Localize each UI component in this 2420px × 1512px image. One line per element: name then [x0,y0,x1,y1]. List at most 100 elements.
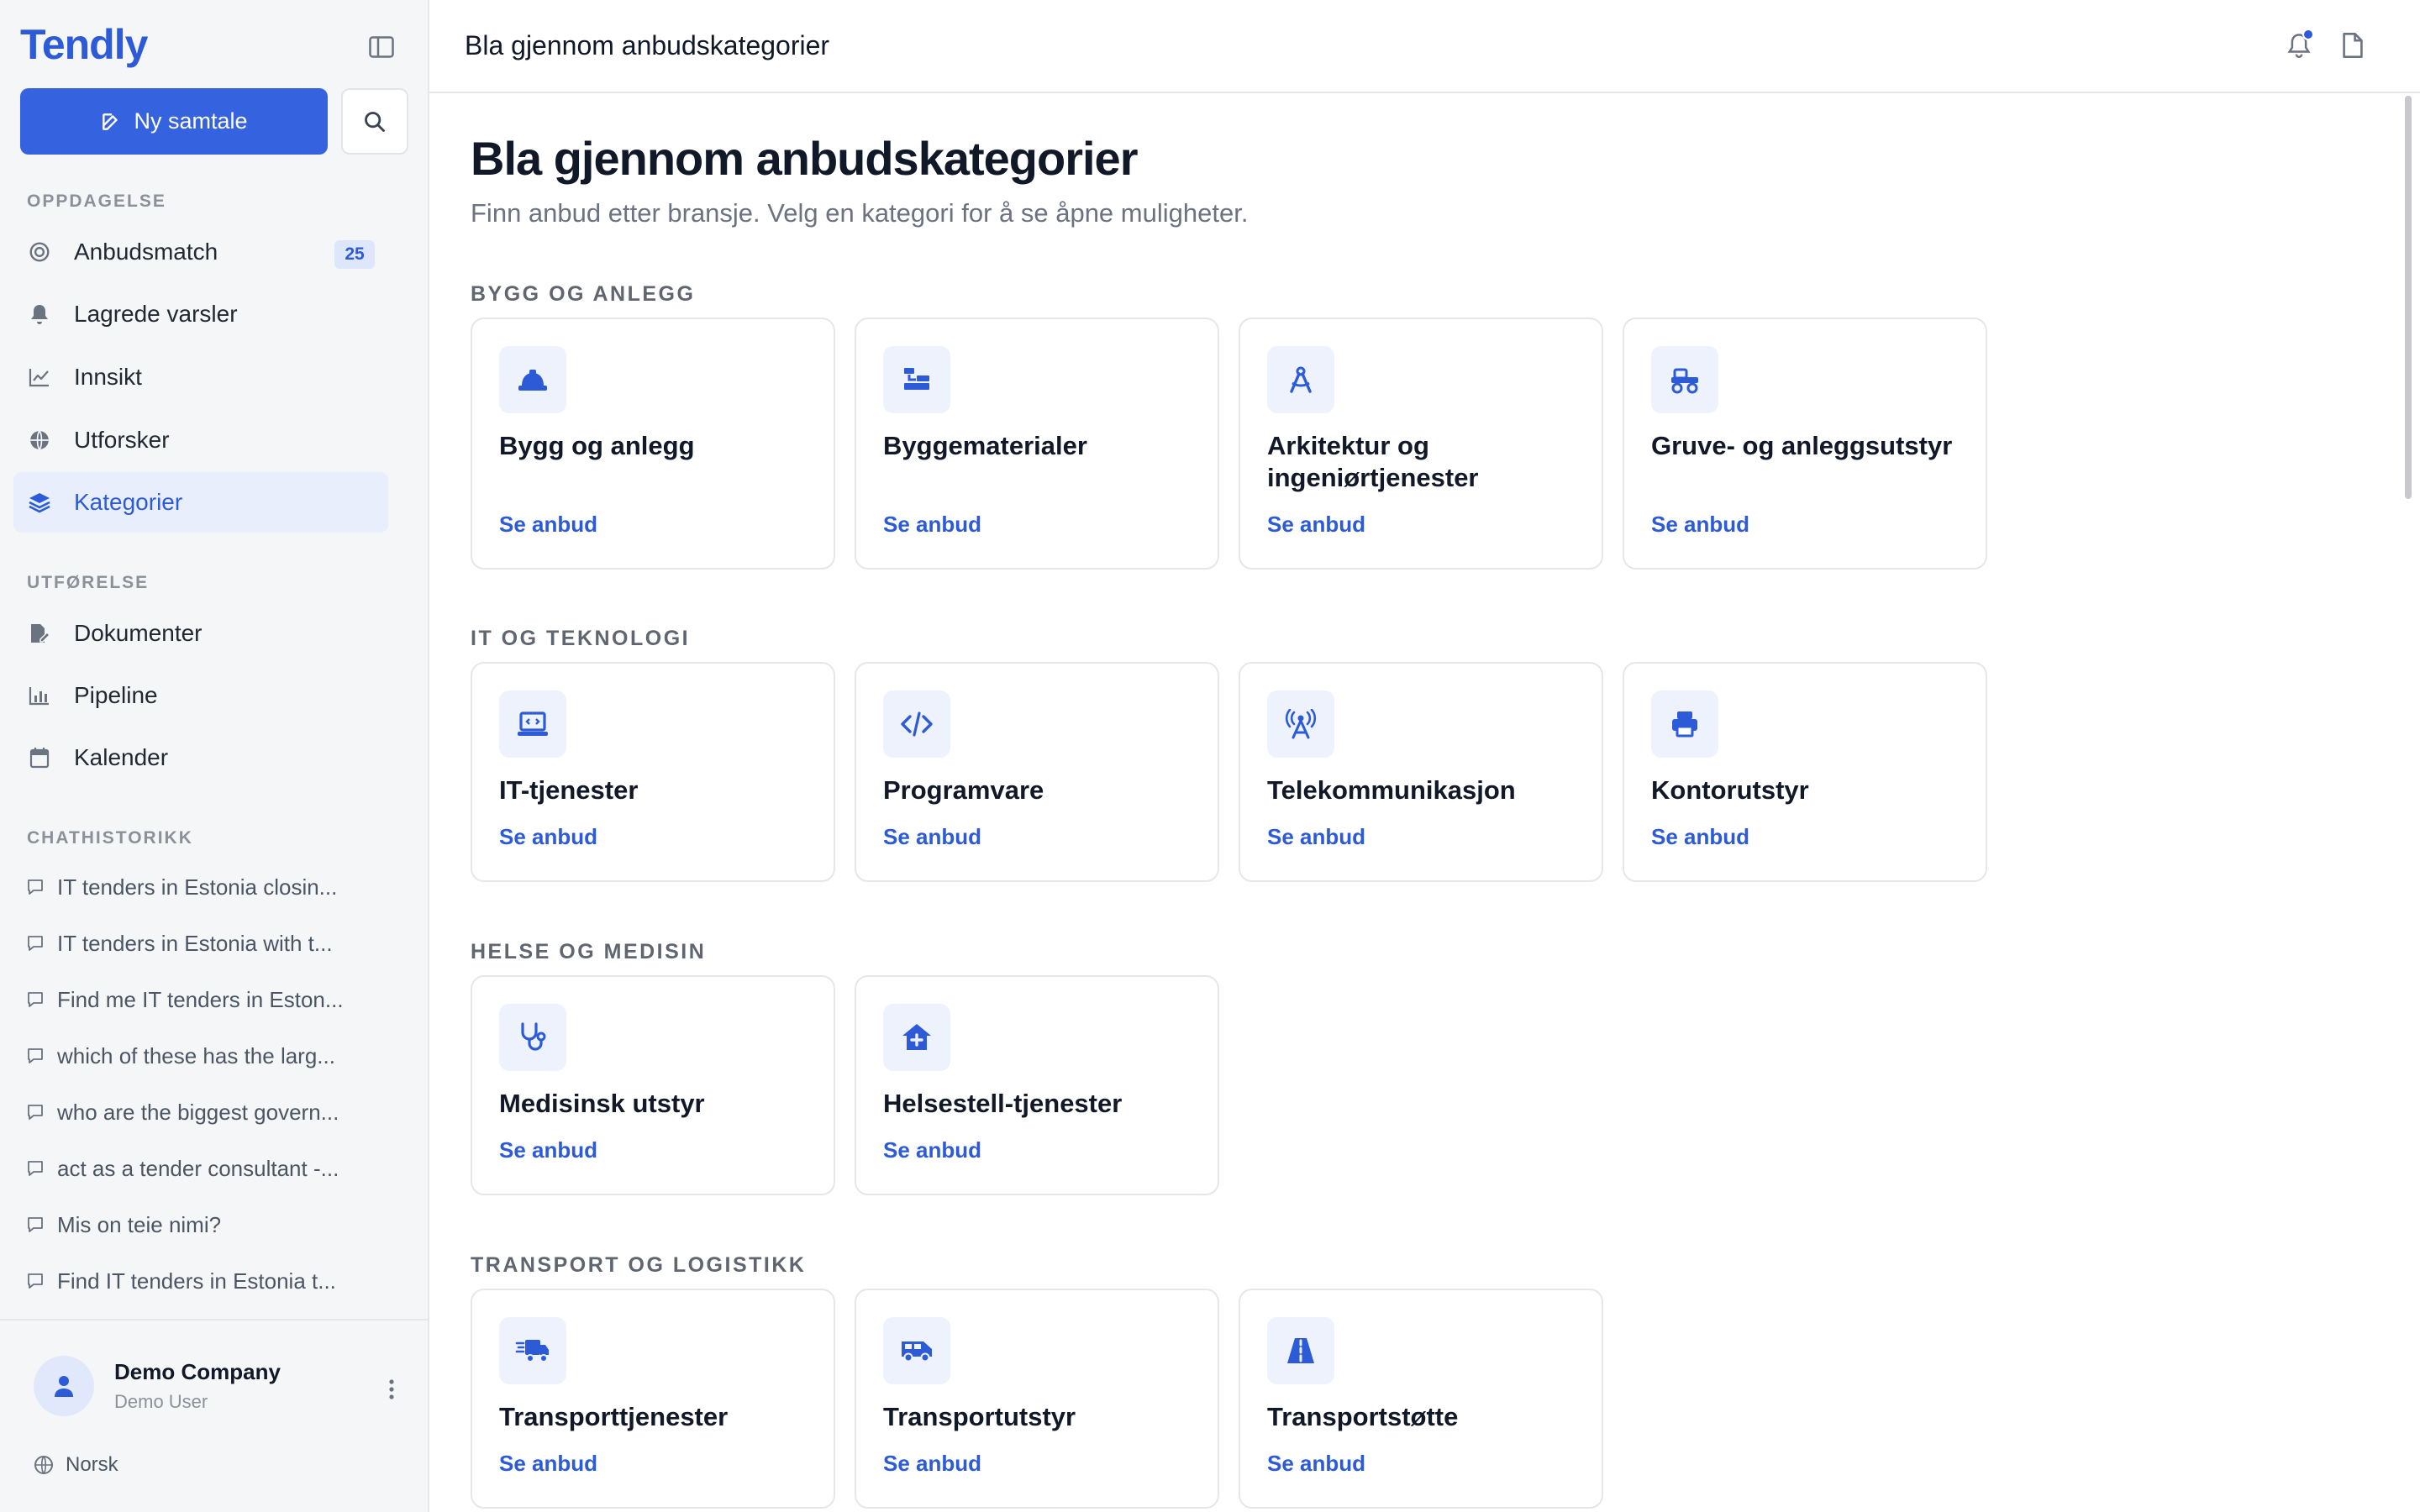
category-card[interactable]: Gruve- og anleggsutstyr Se anbud [1623,318,1987,570]
chat-history-item[interactable]: which of these has the larg... [27,1032,380,1079]
stethoscope-icon [499,1004,566,1071]
hard-hat-icon [499,346,566,413]
sidebar-item-utforsker[interactable]: Utforsker [13,410,388,470]
document-icon [27,621,52,646]
category-card[interactable]: Kontorutstyr Se anbud [1623,662,1987,882]
sidebar-item-innsikt[interactable]: Innsikt [13,347,388,407]
chat-history-item[interactable]: Find IT tenders in Estonia t... [27,1257,380,1305]
message-icon [27,934,45,953]
sidebar-item-label: Pipeline [74,682,158,708]
view-tenders-link[interactable]: Se anbud [1267,512,1365,538]
notification-dot [2302,29,2314,40]
sidebar-item-label: Dokumenter [74,620,203,646]
main-content: Bla gjennom anbudskategorier Finn anbud … [429,94,2420,1512]
chat-history-item[interactable]: Find me IT tenders in Eston... [27,976,380,1023]
view-tenders-link[interactable]: Se anbud [499,824,597,850]
sidebar-item-label: Innsikt [74,364,142,390]
category-card[interactable]: Bygg og anlegg Se anbud [471,318,835,570]
chat-history-title: Mis on teie nimi? [57,1211,222,1237]
category-card-title: Transportstøtte [1267,1402,1459,1431]
globe-icon [34,1456,53,1474]
app-logo[interactable]: Tendly [20,20,148,69]
chat-history-item[interactable]: act as a tender consultant -... [27,1145,380,1192]
message-icon [27,1215,45,1234]
van-icon [883,1317,950,1384]
chat-history-item[interactable]: who are the biggest govern... [27,1089,380,1136]
category-card[interactable]: Arkitektur og ingeniørtjenester Se anbud [1239,318,1603,570]
avatar[interactable] [34,1356,94,1416]
category-heading: HELSE OG MEDISIN [471,940,707,963]
sidebar-item-dokumenter[interactable]: Dokumenter [13,603,388,664]
sidebar-item-anbudsmatch[interactable]: Anbudsmatch 25 [13,222,388,282]
sidebar-item-lagrede-varsler[interactable]: Lagrede varsler [13,284,388,344]
category-card-title: IT-tjenester [499,775,639,805]
view-tenders-link[interactable]: Se anbud [1267,824,1365,850]
house-medical-icon [883,1004,950,1071]
match-count-badge: 25 [334,240,375,269]
account-menu-button[interactable] [381,1373,402,1406]
view-tenders-link[interactable]: Se anbud [1651,824,1749,850]
language-label: Norsk [66,1453,118,1476]
category-card[interactable]: Transportutstyr Se anbud [855,1289,1219,1509]
sidebar-item-label: Lagrede varsler [74,301,238,327]
search-button[interactable] [341,88,408,155]
view-tenders-link[interactable]: Se anbud [499,512,597,538]
scrollbar[interactable] [2405,96,2412,499]
edit-icon [103,113,118,130]
category-card[interactable]: Telekommunikasjon Se anbud [1239,662,1603,882]
documents-button[interactable] [2336,29,2370,62]
chat-history-item[interactable]: IT tenders in Estonia closin... [27,864,380,911]
chat-history-title: which of these has the larg... [57,1042,335,1068]
category-card[interactable]: IT-tjenester Se anbud [471,662,835,882]
category-card-title: Gruve- og anleggsutstyr [1651,431,1953,460]
page-title: Bla gjennom anbudskategorier [471,132,1138,185]
category-card-title: Programvare [883,775,1044,805]
view-tenders-link[interactable]: Se anbud [883,512,981,538]
category-card[interactable]: Transportstøtte Se anbud [1239,1289,1603,1509]
chat-history-title: Find IT tenders in Estonia t... [57,1268,336,1294]
view-tenders-link[interactable]: Se anbud [499,1451,597,1477]
new-chat-label: Ny samtale [134,108,248,134]
view-tenders-link[interactable]: Se anbud [883,1451,981,1477]
new-chat-button[interactable]: Ny samtale [20,88,328,155]
category-card[interactable]: Helsestell-tjenester Se anbud [855,975,1219,1195]
language-selector[interactable]: Norsk [34,1453,118,1477]
message-icon [27,990,45,1009]
chat-history-title: IT tenders in Estonia closin... [57,874,338,900]
category-card[interactable]: Medisinsk utstyr Se anbud [471,975,835,1195]
category-card-title: Bygg og anlegg [499,431,695,460]
bell-icon [27,302,52,327]
sidebar-item-label: Kategorier [74,489,183,515]
view-tenders-link[interactable]: Se anbud [1651,512,1749,538]
category-heading: TRANSPORT OG LOGISTIKK [471,1253,807,1277]
category-card-title: Kontorutstyr [1651,775,1809,805]
notifications-button[interactable] [2282,29,2316,62]
chat-history-item[interactable]: IT tenders in Estonia with t... [27,920,380,967]
category-card[interactable]: Transporttjenester Se anbud [471,1289,835,1509]
more-vertical-icon [389,1379,394,1399]
section-label-discovery: OPPDAGELSE [27,192,166,211]
category-card-title: Transportutstyr [883,1402,1076,1431]
truck-fast-icon [499,1317,566,1384]
sidebar: Tendly Ny samtale OPPDAGELSE Anbudsmatch… [0,0,429,1512]
sidebar-item-pipeline[interactable]: Pipeline [13,665,388,726]
chat-history-title: IT tenders in Estonia with t... [57,930,333,956]
view-tenders-link[interactable]: Se anbud [1267,1451,1365,1477]
sidebar-footer: Demo Company Demo User Norsk [0,1319,428,1512]
category-card-title: Arkitektur og ingeniørtjenester [1267,431,1479,492]
collapse-sidebar-button[interactable] [363,30,400,64]
view-tenders-link[interactable]: Se anbud [499,1137,597,1163]
materials-icon [883,346,950,413]
message-icon [27,1103,45,1121]
sidebar-item-kategorier[interactable]: Kategorier [13,472,388,533]
chat-history-item[interactable]: Mis on teie nimi? [27,1201,380,1248]
message-icon [27,1047,45,1065]
category-card[interactable]: Programvare Se anbud [855,662,1219,882]
category-card-title: Byggematerialer [883,431,1087,460]
view-tenders-link[interactable]: Se anbud [883,824,981,850]
sidebar-item-kalender[interactable]: Kalender [13,727,388,788]
chat-history-title: Find me IT tenders in Eston... [57,986,344,1012]
category-card[interactable]: Byggematerialer Se anbud [855,318,1219,570]
calendar-icon [27,745,52,770]
view-tenders-link[interactable]: Se anbud [883,1137,981,1163]
